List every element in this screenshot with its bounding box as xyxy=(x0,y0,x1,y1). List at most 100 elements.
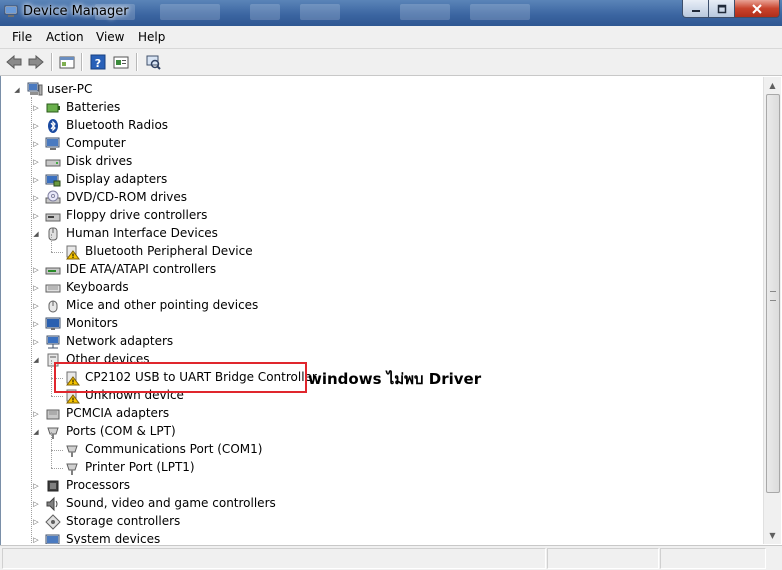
tree-row[interactable]: ▷ Keyboards xyxy=(1,279,741,297)
tree-row[interactable]: ▷ PCMCIA adapters xyxy=(1,405,741,423)
status-cell-3 xyxy=(660,548,766,569)
scroll-up-button[interactable]: ▲ xyxy=(764,77,781,94)
toolbar-separator xyxy=(136,53,138,71)
tree-item-label[interactable]: Bluetooth Radios xyxy=(66,118,168,132)
minimize-button[interactable] xyxy=(682,0,709,18)
window-title: Device Manager xyxy=(23,4,129,19)
forward-button[interactable] xyxy=(27,53,45,71)
tree-item-label[interactable]: Ports (COM & LPT) xyxy=(66,424,176,438)
floppy-controller-icon xyxy=(45,213,61,222)
tree-row[interactable]: ▷ Computer xyxy=(1,135,741,153)
collapsed-arrow-icon[interactable]: ▷ xyxy=(32,338,40,346)
menu-file[interactable]: File xyxy=(12,30,32,44)
back-button[interactable] xyxy=(5,53,23,71)
battery-icon xyxy=(46,103,60,113)
collapsed-arrow-icon[interactable]: ▷ xyxy=(32,266,40,274)
expanded-arrow-icon[interactable]: ◢ xyxy=(32,428,40,436)
collapsed-arrow-icon[interactable]: ▷ xyxy=(32,320,40,328)
tree-item-label[interactable]: PCMCIA adapters xyxy=(66,406,169,420)
properties-button[interactable] xyxy=(58,53,76,71)
collapsed-arrow-icon[interactable]: ▷ xyxy=(32,194,40,202)
scrollbar-thumb[interactable] xyxy=(766,94,780,493)
tree-item-label[interactable]: Mice and other pointing devices xyxy=(66,298,258,312)
tree-item-label[interactable]: Human Interface Devices xyxy=(66,226,218,240)
collapsed-arrow-icon[interactable]: ▷ xyxy=(32,140,40,148)
menu-action[interactable]: Action xyxy=(46,30,84,44)
collapsed-arrow-icon[interactable]: ▷ xyxy=(32,500,40,508)
collapsed-arrow-icon[interactable]: ▷ xyxy=(32,302,40,310)
tree-item-label[interactable]: Monitors xyxy=(66,316,118,330)
expanded-arrow-icon[interactable]: ◢ xyxy=(32,230,40,238)
vertical-scrollbar[interactable]: ▲ ▼ xyxy=(763,77,781,544)
tree-row[interactable]: ▷ DVD/CD-ROM drives xyxy=(1,189,741,207)
back-icon xyxy=(6,55,22,69)
status-cell-2 xyxy=(547,548,659,569)
menu-view[interactable]: View xyxy=(96,30,124,44)
highlight-box xyxy=(54,362,307,393)
tree-item-label[interactable]: Sound, video and game controllers xyxy=(66,496,276,510)
close-button[interactable] xyxy=(734,0,780,18)
collapsed-arrow-icon[interactable]: ▷ xyxy=(32,122,40,130)
tree-item-label[interactable]: Bluetooth Peripheral Device xyxy=(85,244,253,258)
tree-row[interactable]: ▷ Mice and other pointing devices xyxy=(1,297,741,315)
scroll-down-icon: ▼ xyxy=(769,531,776,540)
collapsed-arrow-icon[interactable]: ▷ xyxy=(32,176,40,184)
collapsed-arrow-icon[interactable]: ▷ xyxy=(32,158,40,166)
collapsed-arrow-icon[interactable]: ▷ xyxy=(32,104,40,112)
collapsed-arrow-icon[interactable]: ▷ xyxy=(32,410,40,418)
collapsed-arrow-icon[interactable]: ▷ xyxy=(32,536,40,544)
collapsed-arrow-icon[interactable]: ▷ xyxy=(32,482,40,490)
tree-item-label[interactable]: Floppy drive controllers xyxy=(66,208,207,222)
menu-help[interactable]: Help xyxy=(138,30,165,44)
tree-branch-line xyxy=(51,252,63,253)
tree-row[interactable]: ▷ Processors xyxy=(1,477,741,495)
tree-item-label[interactable]: IDE ATA/ATAPI controllers xyxy=(66,262,216,276)
collapsed-arrow-icon[interactable]: ▷ xyxy=(32,212,40,220)
tree-row[interactable]: ▷ Bluetooth Radios xyxy=(1,117,741,135)
tree-row[interactable]: ▷ Batteries xyxy=(1,99,741,117)
scroll-down-button[interactable]: ▼ xyxy=(764,527,781,544)
display-adapter-icon xyxy=(45,174,61,187)
tree-row[interactable]: ▷ Sound, video and game controllers xyxy=(1,495,741,513)
minimize-icon xyxy=(691,9,700,12)
root-expander[interactable]: ◢ xyxy=(13,86,21,94)
tree-item-label[interactable]: Batteries xyxy=(66,100,120,114)
update-driver-button[interactable] xyxy=(112,53,130,71)
tree-row[interactable]: ▷ Network adapters xyxy=(1,333,741,351)
tree-row[interactable]: ▷ Monitors xyxy=(1,315,741,333)
tree-row[interactable]: ◢ Human Interface Devices xyxy=(1,225,741,243)
tree-root-label[interactable]: user-PC xyxy=(47,82,92,96)
port-icon xyxy=(66,463,78,475)
port-icon xyxy=(47,427,59,439)
background-taskbar-ghost xyxy=(300,4,340,20)
tree-item-label[interactable]: System devices xyxy=(66,532,160,544)
expanded-arrow-icon[interactable]: ◢ xyxy=(32,356,40,364)
tree-row[interactable]: ▷ Disk drives xyxy=(1,153,741,171)
scan-hardware-button[interactable] xyxy=(144,53,162,71)
tree-item-label[interactable]: Network adapters xyxy=(66,334,173,348)
tree-row[interactable]: ▷ Storage controllers xyxy=(1,513,741,531)
device-tree[interactable]: ◢ user-PC ▷ Batteries ▷ Bluetooth Radios ▷ Co… xyxy=(1,77,763,544)
collapsed-arrow-icon[interactable]: ▷ xyxy=(32,284,40,292)
tree-item-label[interactable]: Computer xyxy=(66,136,126,150)
tree-row[interactable]: ▷ System devices xyxy=(1,531,741,544)
tree-row[interactable]: Communications Port (COM1) xyxy=(1,432,741,459)
tree-item-label[interactable]: Display adapters xyxy=(66,172,167,186)
tree-row[interactable]: Bluetooth Peripheral Device xyxy=(1,234,741,261)
help-button[interactable]: ? xyxy=(89,53,107,71)
collapsed-arrow-icon[interactable]: ▷ xyxy=(32,518,40,526)
tree-item-label[interactable]: Communications Port (COM1) xyxy=(85,442,262,456)
tree-row[interactable]: ▷ IDE ATA/ATAPI controllers xyxy=(1,261,741,279)
tree-item-label[interactable]: Processors xyxy=(66,478,130,492)
tree-row[interactable]: ◢ Ports (COM & LPT) xyxy=(1,423,741,441)
disk-drive-icon xyxy=(45,159,61,167)
tree-row[interactable]: Printer Port (LPT1) xyxy=(1,450,741,477)
tree-row[interactable]: ▷ Floppy drive controllers xyxy=(1,207,741,225)
tree-item-label[interactable]: Storage controllers xyxy=(66,514,180,528)
tree-item-label[interactable]: Disk drives xyxy=(66,154,132,168)
tree-item-label[interactable]: Keyboards xyxy=(66,280,129,294)
tree-row[interactable]: ▷ Display adapters xyxy=(1,171,741,189)
maximize-button[interactable] xyxy=(708,0,735,18)
tree-item-label[interactable]: DVD/CD-ROM drives xyxy=(66,190,187,204)
tree-item-label[interactable]: Printer Port (LPT1) xyxy=(85,460,195,474)
